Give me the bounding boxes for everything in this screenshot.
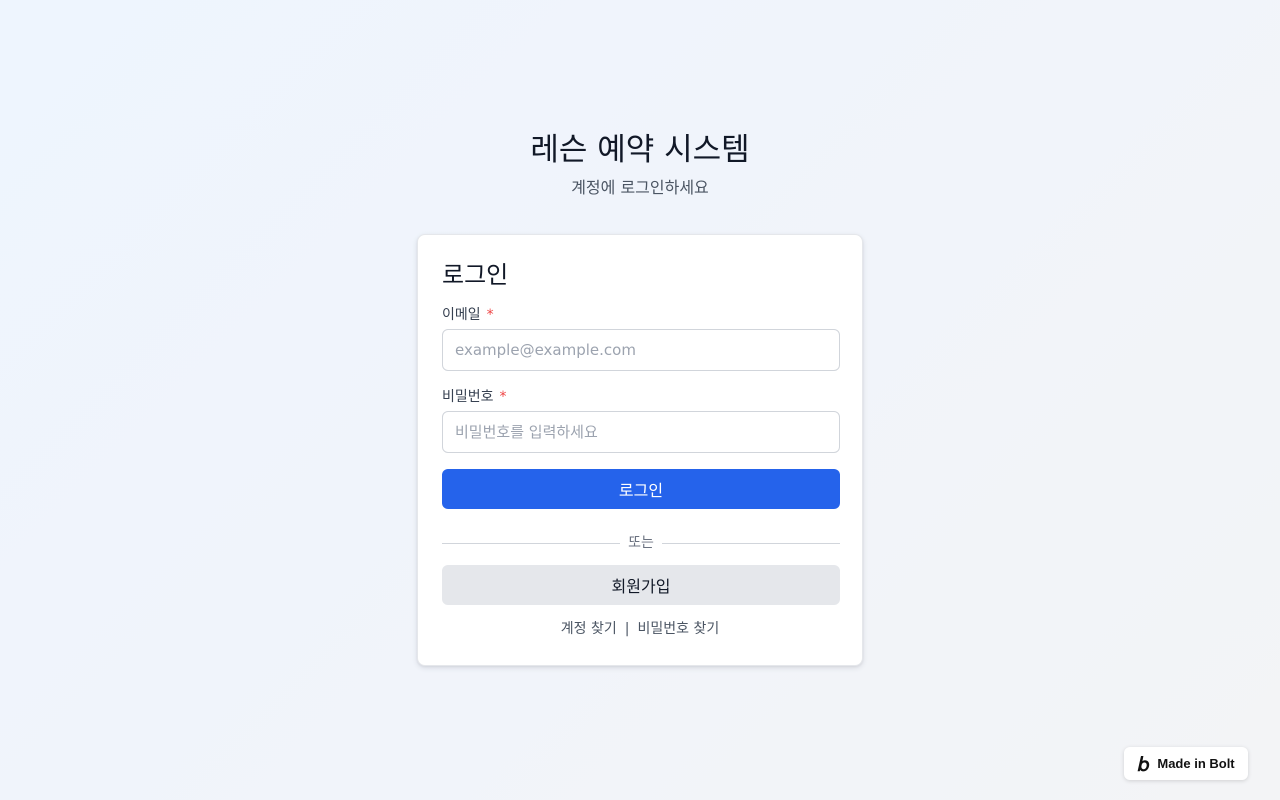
divider-text: 또는 bbox=[628, 535, 654, 551]
made-in-bolt-badge[interactable]: Made in Bolt bbox=[1124, 747, 1248, 780]
email-label: 이메일 * bbox=[442, 305, 838, 325]
login-button[interactable]: 로그인 bbox=[442, 469, 840, 509]
password-field-group: 비밀번호 * bbox=[442, 387, 840, 453]
badge-label: Made in Bolt bbox=[1157, 756, 1235, 771]
divider-line-left bbox=[442, 542, 621, 544]
login-card: 로그인 이메일 * 비밀번호 * 로그인 또는 회원가입 계정 찾기 | 비밀번호 … bbox=[417, 234, 863, 666]
links-separator: | bbox=[624, 621, 630, 637]
email-field-group: 이메일 * bbox=[442, 305, 840, 371]
password-required-mark: * bbox=[499, 389, 507, 405]
email-required-mark: * bbox=[486, 307, 494, 323]
email-input[interactable] bbox=[442, 329, 840, 371]
login-card-title: 로그인 bbox=[442, 261, 509, 289]
page-title: 레슨 예약 시스템 bbox=[530, 132, 750, 168]
password-input[interactable] bbox=[442, 411, 840, 453]
find-account-link[interactable]: 계정 찾기 bbox=[561, 621, 617, 637]
divider-line-right bbox=[661, 542, 841, 544]
password-label-text: 비밀번호 bbox=[442, 389, 494, 405]
account-recovery-links: 계정 찾기 | 비밀번호 찾기 bbox=[442, 619, 838, 639]
page-subtitle: 계정에 로그인하세요 bbox=[571, 178, 709, 197]
password-label: 비밀번호 * bbox=[442, 387, 838, 407]
page-header: 레슨 예약 시스템 계정에 로그인하세요 bbox=[0, 128, 1280, 200]
signup-button[interactable]: 회원가입 bbox=[442, 565, 840, 605]
email-label-text: 이메일 bbox=[442, 307, 481, 323]
or-divider: 또는 bbox=[442, 533, 841, 553]
bolt-logo-icon bbox=[1137, 755, 1151, 772]
find-password-link[interactable]: 비밀번호 찾기 bbox=[637, 621, 719, 637]
